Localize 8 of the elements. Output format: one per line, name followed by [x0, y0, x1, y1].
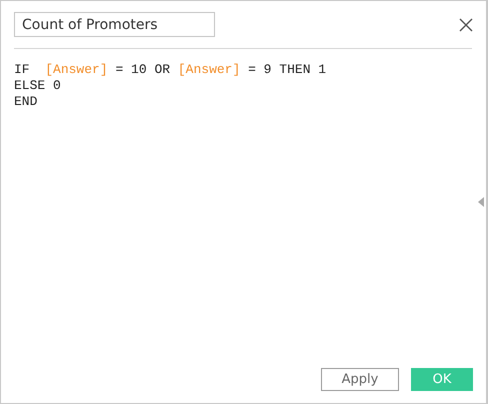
formula-line: END [14, 94, 38, 110]
formula-line: ELSE 0 [14, 78, 62, 94]
close-icon [459, 18, 473, 32]
apply-button[interactable]: Apply [321, 368, 399, 391]
close-button[interactable] [459, 18, 473, 32]
name-field[interactable]: Count of Promoters [14, 12, 215, 37]
formula-line: IF [Answer] = 10 OR [Answer] = 9 THEN 1 [14, 62, 328, 78]
formula-editor[interactable]: IF [Answer] = 10 OR [Answer] = 9 THEN 1 ELSE 0 END [14, 62, 473, 110]
